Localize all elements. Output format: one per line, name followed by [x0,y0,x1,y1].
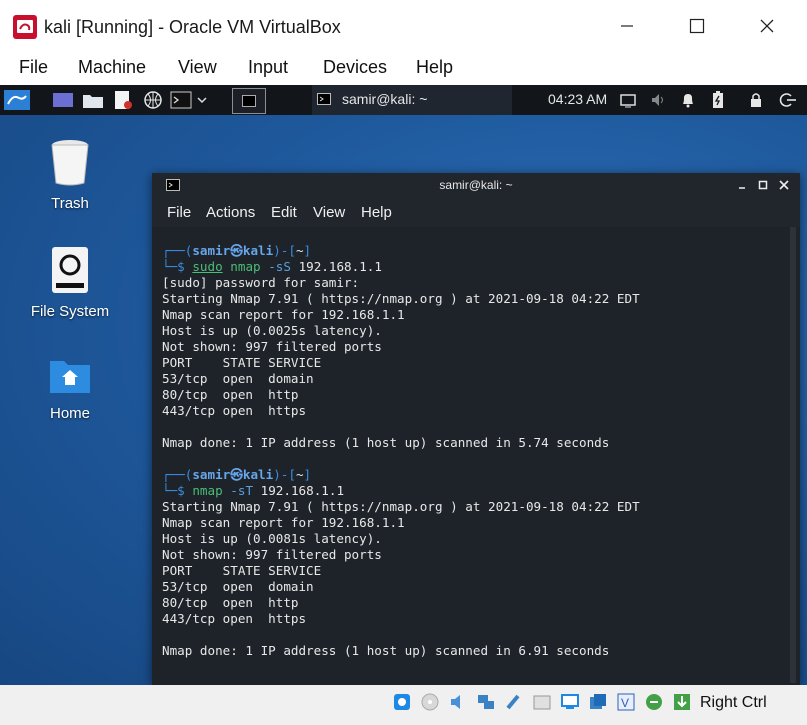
terminal-menu-actions[interactable]: Actions [206,204,255,221]
terminal-line: Starting Nmap 7.91 ( https://nmap.org ) … [162,291,640,306]
window-titlebar: kali [Running] - Oracle VM VirtualBox [0,0,807,50]
trash-icon [51,140,89,186]
shared-folders-icon[interactable] [532,692,552,712]
workspace-1[interactable] [232,88,266,114]
terminal-menu-help[interactable]: Help [361,204,392,221]
terminal-menu-file[interactable]: File [167,204,191,221]
terminal-launcher-icon[interactable] [170,90,192,110]
menu-view[interactable]: View [178,57,217,78]
scan-output-1: [sudo] password for samir: Starting Nmap … [162,275,792,451]
taskbar-terminal-label: samir@kali: ~ [342,91,428,107]
terminal-line: 53/tcp open domain [162,371,314,386]
home-label: Home [49,405,90,422]
terminal-line: Host is up (0.0025s latency). [162,323,382,338]
volume-icon[interactable] [650,90,666,110]
menu-help[interactable]: Help [416,57,453,78]
terminal-close-icon[interactable] [778,179,790,191]
terminal-menu-view[interactable]: View [313,204,345,221]
terminal-line: Nmap done: 1 IP address (1 host up) scan… [162,643,610,658]
kali-vm-icon [13,15,37,39]
terminal-line: PORT STATE SERVICE [162,563,322,578]
menu-devices[interactable]: Devices [323,57,387,78]
mouse-integration-icon[interactable] [644,692,664,712]
file-manager-icon[interactable] [82,90,104,110]
terminal-title: samir@kali: ~ [439,178,513,192]
terminal-line: Host is up (0.0081s latency). [162,531,382,546]
hard-disk-status-icon[interactable] [392,692,412,712]
audio-icon[interactable] [448,692,468,712]
usb-icon[interactable] [504,692,524,712]
menu-input[interactable]: Input [248,57,288,78]
network-icon[interactable] [476,692,496,712]
terminal-line: Starting Nmap 7.91 ( https://nmap.org ) … [162,499,640,514]
text-editor-icon[interactable] [112,90,134,110]
desktop-icon-trash[interactable]: Trash [15,137,125,212]
terminal-line: Nmap scan report for 192.168.1.1 [162,515,405,530]
display-status-icon[interactable] [560,692,580,712]
host-key-label: Right Ctrl [700,694,767,711]
terminal-output[interactable]: ┌──(samir㉿kali)-[~] └─$ sudo nmap -sS 192… [162,243,792,683]
display-icon[interactable] [620,90,636,110]
terminal-line: Nmap scan report for 192.168.1.1 [162,307,405,322]
terminal-line: [sudo] password for samir: [162,275,360,290]
kali-top-panel: samir@kali: ~ 04:23 AM [0,85,807,115]
close-icon [760,19,774,33]
terminal-line: PORT STATE SERVICE [162,355,322,370]
show-desktop-icon[interactable] [52,90,74,110]
terminal-line: 80/tcp open http [162,595,299,610]
logout-icon[interactable] [778,90,796,110]
trash-label: Trash [51,195,89,212]
terminal-titlebar[interactable]: samir@kali: ~ [152,173,800,197]
maximize-button[interactable] [675,8,719,44]
desktop-icon-filesystem[interactable]: File System [15,245,125,320]
menu-machine[interactable]: Machine [78,57,146,78]
chevron-down-icon[interactable] [196,90,208,110]
menu-file[interactable]: File [19,57,48,78]
maximize-icon [689,18,705,34]
window-title: kali [Running] - Oracle VM VirtualBox [44,17,341,37]
terminal-line: 80/tcp open http [162,387,299,402]
filesystem-label: File System [30,303,110,320]
guest-display: samir@kali: ~ 04:23 AM Trash File System… [0,85,807,685]
close-button[interactable] [745,8,789,44]
terminal-minimize-icon[interactable] [736,179,748,191]
keyboard-capture-icon[interactable] [672,692,692,712]
terminal-line: Not shown: 997 filtered ports [162,547,382,562]
kali-menu-icon[interactable] [4,90,30,110]
command-line-1: └─$ sudo nmap -sS 192.168.1.1 [162,259,382,274]
terminal-window[interactable]: samir@kali: ~ File Actions Edit View Hel… [152,173,800,685]
cpu-vt-icon[interactable]: V [616,692,636,712]
terminal-line: Not shown: 997 filtered ports [162,339,382,354]
home-folder-icon [50,361,90,393]
clock[interactable]: 04:23 AM [548,91,607,107]
desktop-icon-home[interactable]: Home [15,357,125,422]
recording-icon[interactable] [588,692,608,712]
notifications-bell-icon[interactable] [680,90,696,110]
hard-drive-icon [52,247,88,293]
terminal-line: 443/tcp open https [162,611,307,626]
prompt-line-2: ┌──(samir㉿kali)-[~] [162,467,312,482]
terminal-line: 53/tcp open domain [162,579,314,594]
terminal-menu-edit[interactable]: Edit [271,204,297,221]
optical-drive-icon[interactable] [420,692,440,712]
svg-text:V: V [621,696,629,710]
terminal-line: 443/tcp open https [162,403,307,418]
taskbar-terminal-item[interactable]: samir@kali: ~ [312,85,512,115]
terminal-maximize-icon[interactable] [757,179,769,191]
lock-screen-icon[interactable] [748,90,764,110]
web-browser-icon[interactable] [142,90,164,110]
terminal-line: Nmap done: 1 IP address (1 host up) scan… [162,435,610,450]
minimize-icon [621,25,633,27]
command-line-2: └─$ nmap -sT 192.168.1.1 [162,483,345,498]
battery-icon[interactable] [710,90,726,110]
minimize-button[interactable] [605,8,649,44]
prompt-line-1: ┌──(samir㉿kali)-[~] [162,243,312,258]
terminal-icon [317,93,331,105]
scan-output-2: Starting Nmap 7.91 ( https://nmap.org ) … [162,499,792,659]
workspace-terminal-icon [242,95,256,107]
